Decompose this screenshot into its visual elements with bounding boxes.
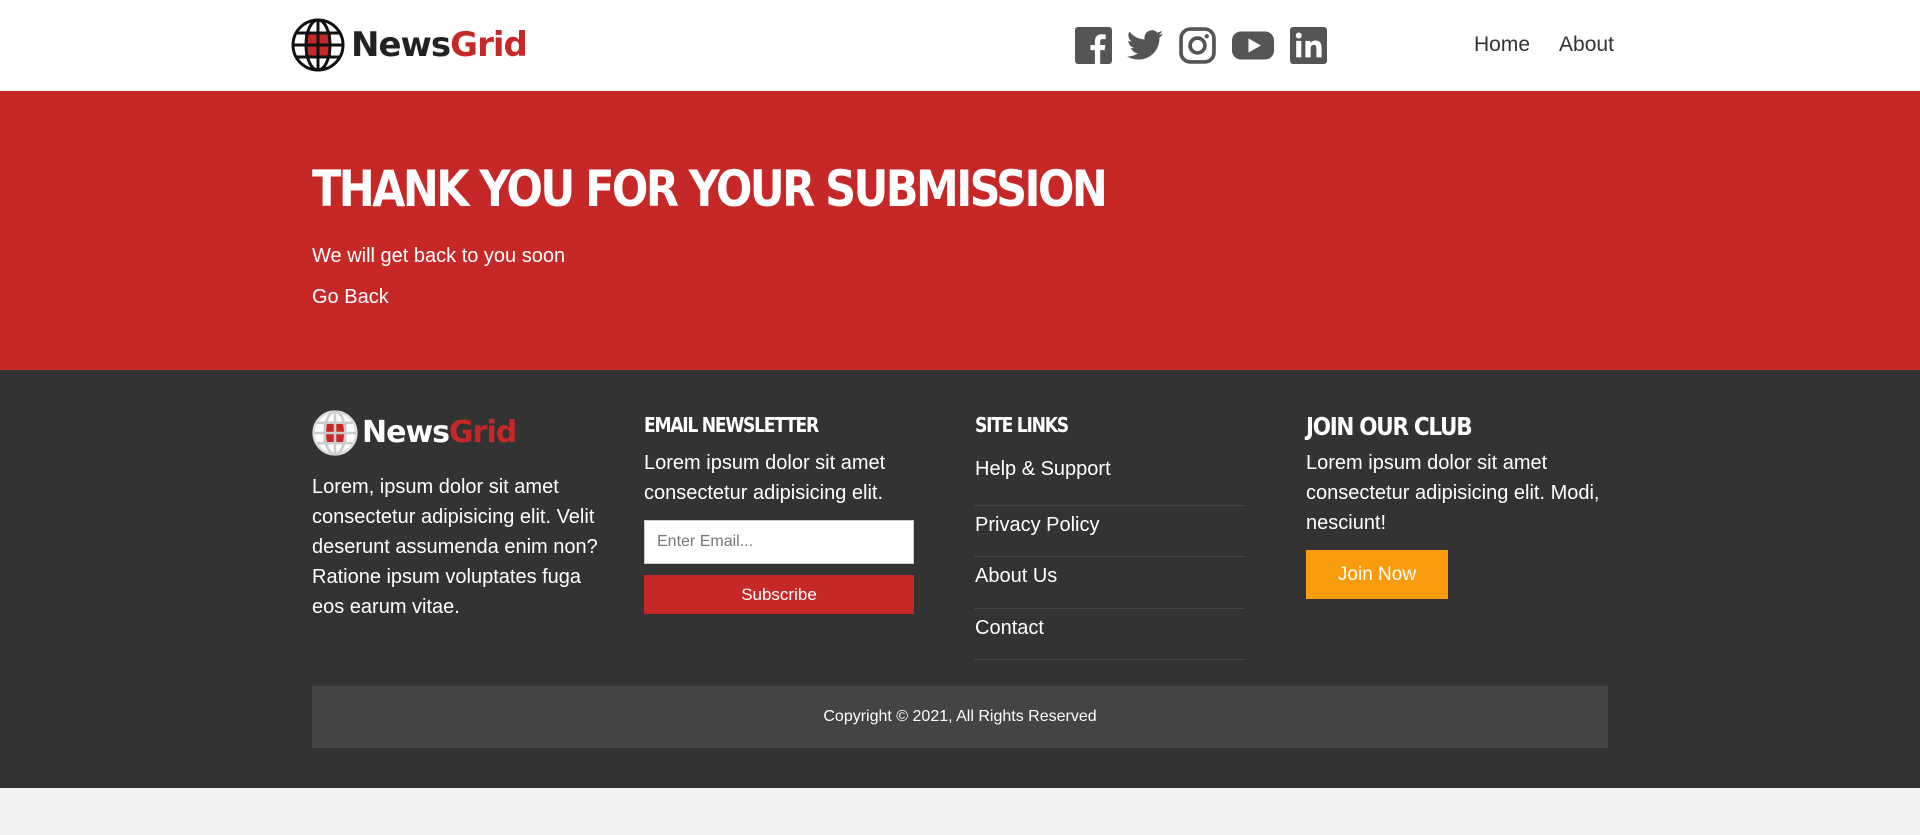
confirmation-text: We will get back to you soon [312, 245, 566, 267]
club-heading: Join Our Club [1306, 412, 1473, 441]
site-header: NewsGrid Home About [0, 0, 1920, 91]
nav-about[interactable]: About [1559, 32, 1614, 58]
submission-banner: Thank You For Your Submission We will ge… [0, 91, 1920, 370]
globe-icon [312, 410, 358, 456]
instagram-icon[interactable] [1179, 27, 1216, 64]
footer-newsletter: Email Newsletter Lorem ipsum dolor sit a… [644, 410, 934, 614]
copyright-bar: Copyright © 2021, All Rights Reserved [312, 686, 1608, 748]
site-links-heading: Site Links [975, 413, 1069, 437]
nav-home[interactable]: Home [1474, 32, 1530, 58]
email-field[interactable] [644, 520, 914, 564]
page-title: Thank You For Your Submission [312, 160, 1108, 218]
newsletter-text: Lorem ipsum dolor sit amet consectetur a… [644, 452, 886, 504]
brand-name: NewsGrid [351, 25, 528, 65]
social-links [1075, 27, 1327, 64]
site-links-list: Help & Support Privacy Policy About Us C… [975, 454, 1245, 660]
link-contact[interactable]: Contact [975, 609, 1044, 643]
list-item: Contact [975, 609, 1245, 660]
footer-site-links: Site Links Help & Support Privacy Policy… [975, 410, 1265, 660]
go-back-link[interactable]: Go Back [312, 284, 389, 310]
facebook-icon[interactable] [1075, 27, 1112, 64]
youtube-icon[interactable] [1231, 27, 1275, 64]
footer-about-text: Lorem, ipsum dolor sit amet consectetur … [312, 476, 598, 618]
footer-logo[interactable]: NewsGrid [312, 410, 612, 456]
footer-club: Join Our Club Lorem ipsum dolor sit amet… [1306, 410, 1606, 599]
globe-icon [291, 18, 345, 72]
link-privacy-policy[interactable]: Privacy Policy [975, 506, 1099, 540]
subscribe-button[interactable]: Subscribe [644, 575, 914, 614]
header-logo[interactable]: NewsGrid [291, 18, 528, 72]
twitter-icon[interactable] [1127, 27, 1164, 64]
link-about-us[interactable]: About Us [975, 557, 1057, 591]
join-now-button[interactable]: Join Now [1306, 550, 1448, 599]
club-text: Lorem ipsum dolor sit amet consectetur a… [1306, 452, 1600, 534]
footer-brand-name: NewsGrid [362, 415, 517, 450]
list-item: Help & Support [975, 454, 1245, 506]
footer-about: NewsGrid Lorem, ipsum dolor sit amet con… [312, 410, 612, 622]
linkedin-icon[interactable] [1290, 27, 1327, 64]
main-nav: Home About [1474, 32, 1614, 58]
copyright-text: Copyright © 2021, All Rights Reserved [823, 708, 1097, 725]
site-footer: NewsGrid Lorem, ipsum dolor sit amet con… [0, 370, 1920, 788]
newsletter-heading: Email Newsletter [644, 413, 819, 437]
list-item: Privacy Policy [975, 506, 1245, 557]
list-item: About Us [975, 557, 1245, 609]
link-help-support[interactable]: Help & Support [975, 454, 1111, 484]
